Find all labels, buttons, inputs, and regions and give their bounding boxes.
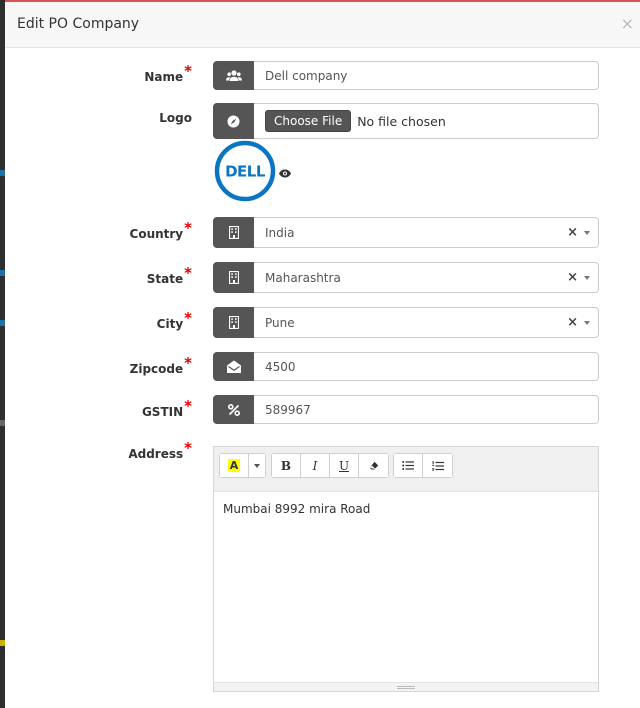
underline-button[interactable]: U: [330, 454, 359, 477]
country-selected-value: India: [265, 225, 295, 240]
eye-icon[interactable]: [279, 165, 291, 183]
address-editor-body[interactable]: Mumbai 8992 mira Road: [214, 492, 598, 682]
font-color-button[interactable]: A: [220, 454, 249, 477]
editor-resize-handle[interactable]: [214, 682, 598, 691]
modal-header: Edit PO Company ×: [5, 2, 640, 48]
country-clear-button[interactable]: ×: [567, 225, 578, 240]
name-field[interactable]: [254, 61, 599, 90]
eraser-icon[interactable]: [359, 454, 388, 477]
address-label: Address*: [128, 439, 192, 461]
gstin-field[interactable]: [254, 395, 599, 424]
list-button-group: [393, 453, 453, 478]
country-input-group: India ×: [213, 217, 599, 248]
dell-logo-text: DELL: [225, 163, 266, 181]
color-dropdown-button[interactable]: [249, 454, 265, 477]
percent-icon: [213, 395, 254, 424]
unordered-list-icon[interactable]: [394, 454, 423, 477]
state-label: State*: [146, 264, 192, 286]
zipcode-label: Zipcode*: [129, 354, 192, 376]
zipcode-field[interactable]: [254, 352, 599, 381]
zipcode-input[interactable]: [265, 359, 598, 374]
country-label: Country*: [129, 219, 192, 241]
color-button-group: A: [219, 453, 266, 478]
state-select[interactable]: Maharashtra ×: [254, 262, 599, 293]
italic-button[interactable]: I: [301, 454, 330, 477]
close-button[interactable]: ×: [621, 16, 634, 32]
required-marker: *: [184, 219, 192, 237]
state-selected-value: Maharashtra: [265, 270, 341, 285]
required-marker: *: [184, 397, 192, 415]
state-input-group: Maharashtra ×: [213, 262, 599, 293]
logo-input-group: Choose File No file chosen: [213, 103, 599, 139]
editor-toolbar: A B I U: [214, 447, 598, 492]
address-rich-text-editor: A B I U Mumbai 8992 mira Road: [213, 446, 599, 692]
modal-title: Edit PO Company: [17, 16, 140, 32]
building-icon: [213, 307, 254, 338]
ordered-list-icon[interactable]: [423, 454, 452, 477]
state-clear-button[interactable]: ×: [567, 270, 578, 285]
required-marker: *: [184, 439, 192, 457]
users-icon: [213, 61, 254, 90]
required-marker: *: [184, 354, 192, 372]
required-marker: *: [184, 309, 192, 327]
zipcode-input-group: [213, 352, 599, 381]
name-input[interactable]: [265, 68, 598, 83]
building-icon: [213, 262, 254, 293]
name-input-group: [213, 61, 599, 90]
address-text: Mumbai 8992 mira Road: [223, 502, 371, 516]
required-marker: *: [184, 62, 192, 80]
file-status-text: No file chosen: [357, 113, 446, 129]
city-select[interactable]: Pune ×: [254, 307, 599, 338]
required-marker: *: [184, 264, 192, 282]
building-icon: [213, 217, 254, 248]
city-label: City*: [156, 309, 192, 331]
gstin-label: GSTIN*: [141, 397, 192, 419]
compass-icon: [213, 103, 254, 139]
name-label: Name*: [144, 62, 192, 84]
style-button-group: B I U: [271, 453, 389, 478]
chevron-down-icon[interactable]: [584, 275, 590, 280]
envelope-open-icon: [213, 352, 254, 381]
bold-button[interactable]: B: [272, 454, 301, 477]
city-selected-value: Pune: [265, 315, 295, 330]
city-clear-button[interactable]: ×: [567, 315, 578, 330]
company-logo-preview: DELL: [213, 139, 277, 203]
chevron-down-icon[interactable]: [584, 230, 590, 235]
country-select[interactable]: India ×: [254, 217, 599, 248]
logo-file-field: Choose File No file chosen: [254, 103, 599, 139]
gstin-input[interactable]: [265, 402, 598, 417]
choose-file-button[interactable]: Choose File: [265, 110, 352, 132]
chevron-down-icon[interactable]: [584, 320, 590, 325]
city-input-group: Pune ×: [213, 307, 599, 338]
gstin-input-group: [213, 395, 599, 424]
logo-label: Logo: [159, 111, 192, 125]
